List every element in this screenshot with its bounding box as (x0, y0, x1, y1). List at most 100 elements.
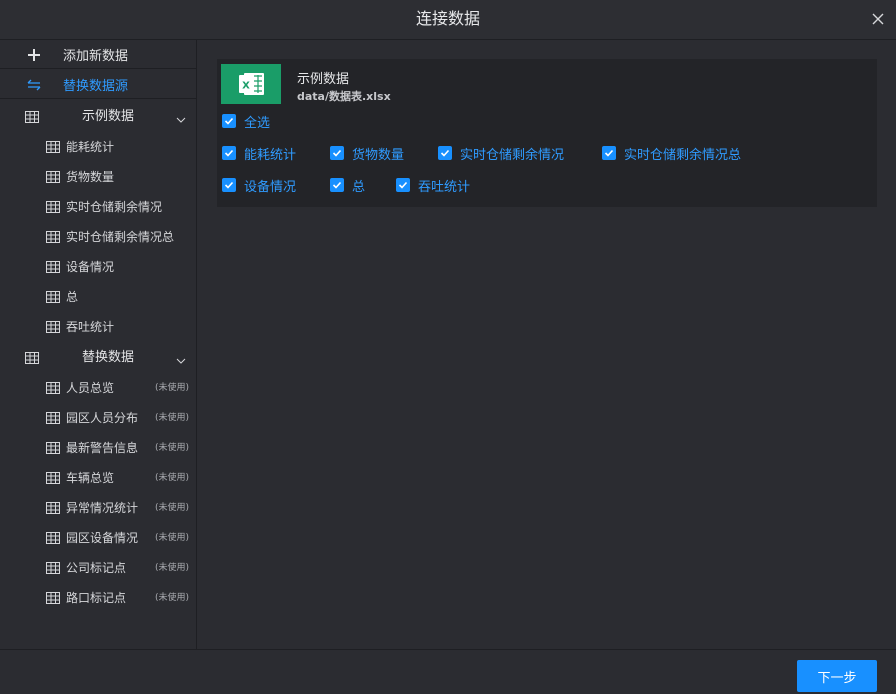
sidebar-item-sample-4[interactable]: 设备情况 (0, 252, 196, 282)
table-icon (46, 261, 60, 273)
sidebar-item-sample-2[interactable]: 实时仓储剩余情况 (0, 192, 196, 222)
sidebar-item-label: 设备情况 (66, 260, 115, 274)
sidebar-item-label: 总 (66, 290, 79, 304)
sheet-checkbox-1[interactable]: 货物数量 (330, 143, 404, 163)
table-icon (46, 382, 60, 394)
sheet-label: 实时仓储剩余情况 (460, 147, 565, 163)
sidebar-item-sample-1[interactable]: 货物数量 (0, 162, 196, 192)
dialog-titlebar: 连接数据 (0, 0, 896, 40)
sheet-label: 货物数量 (352, 147, 405, 163)
chevron-down-icon[interactable] (176, 354, 186, 364)
unused-badge: (未使用) (155, 443, 190, 453)
replace-data-source-label: 替换数据源 (63, 78, 129, 94)
svg-text:X: X (242, 81, 250, 92)
sidebar-item-label: 实时仓储剩余情况总 (66, 230, 175, 244)
table-icon (46, 201, 60, 213)
sidebar-group-replace-data[interactable]: 替换数据 (0, 343, 196, 373)
chevron-down-icon[interactable] (176, 113, 186, 123)
add-new-data-button[interactable]: 添加新数据 (0, 40, 196, 69)
data-source-card: X 示例数据 data/数据表.xlsx 全选 能耗统计 货物数量 实时仓储剩余… (217, 59, 877, 207)
sheet-label: 设备情况 (244, 179, 297, 195)
sidebar-item-replace-4[interactable]: 异常情况统计 (未使用) (0, 493, 196, 523)
table-icon (25, 352, 39, 364)
table-icon (46, 532, 60, 544)
sidebar-item-replace-0[interactable]: 人员总览 (未使用) (0, 373, 196, 403)
checkbox-checked-icon (396, 178, 410, 192)
main-panel: X 示例数据 data/数据表.xlsx 全选 能耗统计 货物数量 实时仓储剩余… (198, 40, 896, 649)
sheet-label: 能耗统计 (244, 147, 297, 163)
unused-badge: (未使用) (155, 503, 190, 513)
sidebar-group-sample-data[interactable]: 示例数据 (0, 102, 196, 132)
sidebar-item-sample-5[interactable]: 总 (0, 282, 196, 312)
sidebar-item-label: 园区设备情况 (66, 531, 139, 545)
sidebar-item-sample-6[interactable]: 吞吐统计 (0, 312, 196, 342)
sheet-label: 实时仓储剩余情况总 (624, 147, 742, 163)
checkbox-checked-icon (222, 146, 236, 160)
swap-icon (25, 76, 43, 94)
checkbox-checked-icon (222, 178, 236, 192)
sheet-checkbox-2[interactable]: 实时仓储剩余情况 (438, 143, 564, 163)
checkbox-checked-icon (330, 178, 344, 192)
table-icon (46, 562, 60, 574)
sheet-checkbox-4[interactable]: 设备情况 (222, 175, 296, 195)
sidebar-item-label: 吞吐统计 (66, 320, 115, 334)
sheet-label: 总 (352, 179, 366, 195)
checkbox-checked-icon (330, 146, 344, 160)
sheet-checkbox-3[interactable]: 实时仓储剩余情况总 (602, 143, 741, 163)
sidebar-item-sample-0[interactable]: 能耗统计 (0, 132, 196, 162)
sidebar-item-label: 公司标记点 (66, 561, 127, 575)
sidebar-item-replace-3[interactable]: 车辆总览 (未使用) (0, 463, 196, 493)
sheet-label: 吞吐统计 (418, 179, 471, 195)
table-icon (46, 412, 60, 424)
table-icon (46, 472, 60, 484)
sidebar-item-sample-3[interactable]: 实时仓储剩余情况总 (0, 222, 196, 252)
sidebar-item-replace-2[interactable]: 最新警告信息 (未使用) (0, 433, 196, 463)
next-step-button[interactable]: 下一步 (797, 660, 877, 692)
sidebar-item-replace-5[interactable]: 园区设备情况 (未使用) (0, 523, 196, 553)
dialog-title: 连接数据 (415, 9, 480, 28)
table-icon (46, 321, 60, 333)
unused-badge: (未使用) (155, 383, 190, 393)
data-source-path: data/数据表.xlsx (297, 90, 391, 103)
select-all-label: 全选 (244, 115, 271, 131)
sidebar-item-label: 实时仓储剩余情况 (66, 200, 163, 214)
close-icon[interactable] (870, 11, 886, 27)
table-icon (25, 111, 39, 123)
sidebar-item-label: 异常情况统计 (66, 501, 139, 515)
plus-icon (25, 46, 43, 64)
replace-data-source-button[interactable]: 替换数据源 (0, 70, 196, 99)
sidebar-item-label: 园区人员分布 (66, 411, 139, 425)
unused-badge: (未使用) (155, 563, 190, 573)
sidebar-group-label: 示例数据 (82, 109, 135, 124)
add-new-data-label: 添加新数据 (63, 48, 129, 64)
unused-badge: (未使用) (155, 593, 190, 603)
select-all-checkbox[interactable]: 全选 (222, 111, 270, 131)
table-icon (46, 141, 60, 153)
sidebar-item-label: 货物数量 (66, 170, 115, 184)
unused-badge: (未使用) (155, 413, 190, 423)
table-icon (46, 231, 60, 243)
sheet-checkbox-0[interactable]: 能耗统计 (222, 143, 296, 163)
sidebar-item-label: 车辆总览 (66, 471, 115, 485)
data-source-name: 示例数据 (297, 72, 350, 87)
table-icon (46, 502, 60, 514)
table-icon (46, 592, 60, 604)
sheet-checkbox-5[interactable]: 总 (330, 175, 365, 195)
dialog-footer: 下一步 (0, 649, 896, 694)
unused-badge: (未使用) (155, 473, 190, 483)
table-icon (46, 291, 60, 303)
sidebar-item-label: 最新警告信息 (66, 441, 139, 455)
sheet-checkbox-6[interactable]: 吞吐统计 (396, 175, 470, 195)
sidebar-item-label: 人员总览 (66, 381, 115, 395)
excel-file-icon: X (221, 64, 281, 104)
sidebar-group-label: 替换数据 (82, 350, 135, 365)
sidebar-item-replace-6[interactable]: 公司标记点 (未使用) (0, 553, 196, 583)
sidebar: 添加新数据 替换数据源 示例数据 能耗统计 货物数量 实时仓储剩余情况 实时仓储… (0, 40, 197, 649)
unused-badge: (未使用) (155, 533, 190, 543)
checkbox-checked-icon (602, 146, 616, 160)
sidebar-item-label: 路口标记点 (66, 591, 127, 605)
checkbox-checked-icon (438, 146, 452, 160)
sidebar-item-replace-1[interactable]: 园区人员分布 (未使用) (0, 403, 196, 433)
checkbox-checked-icon (222, 114, 236, 128)
sidebar-item-replace-7[interactable]: 路口标记点 (未使用) (0, 583, 196, 613)
